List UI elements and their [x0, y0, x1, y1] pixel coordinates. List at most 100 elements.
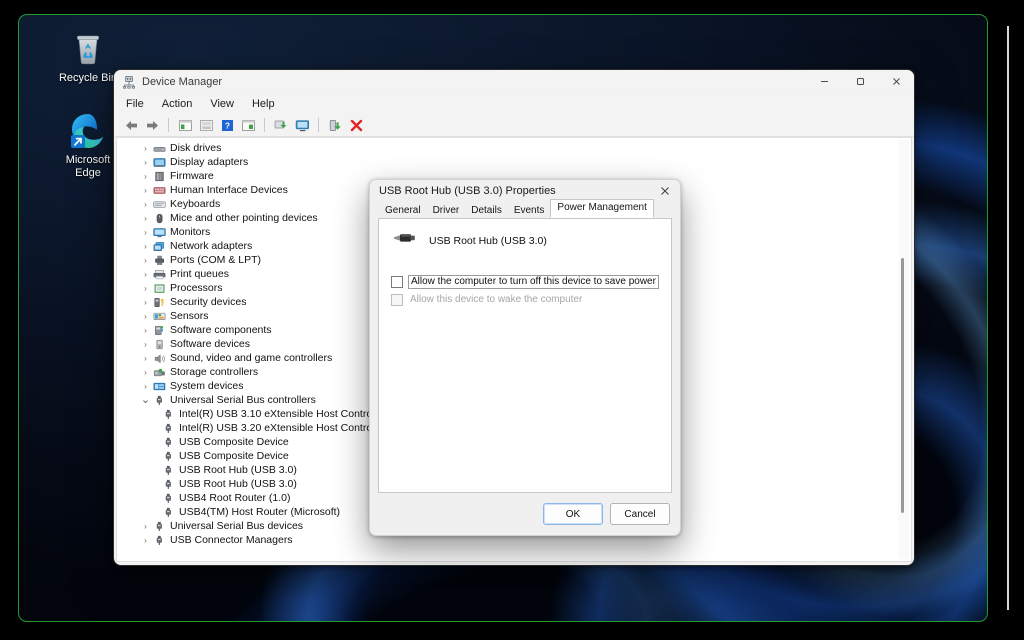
update-driver-icon[interactable]: [197, 116, 215, 134]
hid-icon: [152, 184, 167, 197]
menu-item-file[interactable]: File: [124, 97, 146, 111]
device-tree-label: Firmware: [170, 170, 214, 182]
usb-icon: [161, 408, 176, 421]
chevron-right-icon[interactable]: ›: [139, 340, 152, 349]
chevron-right-icon[interactable]: ›: [139, 228, 152, 237]
usb-icon: [161, 450, 176, 463]
device-tree-category-row[interactable]: › Disk drives: [117, 141, 911, 155]
properties-tabstrip[interactable]: General Driver Details Events Power Mana…: [370, 202, 680, 218]
system-device-icon: [152, 380, 167, 393]
mouse-icon: [152, 212, 167, 225]
device-tree-label: USB Root Hub (USB 3.0): [179, 464, 297, 476]
usb-icon: [161, 492, 176, 505]
forward-arrow-icon[interactable]: [143, 116, 161, 134]
device-tree-label: Mice and other pointing devices: [170, 212, 318, 224]
device-tree-label: Human Interface Devices: [170, 184, 288, 196]
checkbox-allow-turn-off-label[interactable]: Allow the computer to turn off this devi…: [408, 275, 659, 289]
close-button[interactable]: [878, 70, 914, 93]
cancel-button[interactable]: Cancel: [610, 503, 670, 525]
tab-general[interactable]: General: [379, 203, 427, 219]
usb-icon: [152, 394, 167, 407]
chevron-right-icon[interactable]: ›: [139, 368, 152, 377]
device-manager-title: Device Manager: [142, 76, 222, 88]
device-tree-label: Ports (COM & LPT): [170, 254, 261, 266]
toolbar-separator: [264, 118, 265, 132]
back-arrow-icon[interactable]: [122, 116, 140, 134]
processor-icon: [152, 282, 167, 295]
minimize-button[interactable]: [806, 70, 842, 93]
maximize-button[interactable]: [842, 70, 878, 93]
chevron-right-icon[interactable]: ›: [139, 312, 152, 321]
menu-item-action[interactable]: Action: [160, 97, 195, 111]
show-hidden-devices-icon[interactable]: [239, 116, 257, 134]
device-tree-label: Intel(R) USB 3.20 eXtensible Host Contro…: [179, 422, 386, 434]
chevron-right-icon[interactable]: ›: [139, 284, 152, 293]
checkbox-row-allow-turn-off[interactable]: Allow the computer to turn off this devi…: [379, 275, 671, 289]
desktop[interactable]: Recycle Bin: [18, 14, 988, 622]
chevron-right-icon[interactable]: ›: [139, 382, 152, 391]
display-adapter-icon: [152, 156, 167, 169]
device-tree-label: USB Composite Device: [179, 436, 289, 448]
menu-item-view[interactable]: View: [208, 97, 236, 111]
chevron-right-icon[interactable]: ›: [139, 242, 152, 251]
ok-button[interactable]: OK: [543, 503, 603, 525]
checkbox-row-allow-wake: Allow this device to wake the computer: [379, 294, 671, 306]
device-tree-label: Sensors: [170, 310, 209, 322]
chevron-right-icon[interactable]: ›: [139, 200, 152, 209]
tab-events[interactable]: Events: [508, 203, 551, 219]
sound-controller-icon: [152, 352, 167, 365]
checkbox-allow-wake-label: Allow this device to wake the computer: [408, 294, 584, 306]
device-tree-label: Disk drives: [170, 142, 221, 154]
chevron-right-icon[interactable]: ›: [139, 298, 152, 307]
uninstall-device-icon[interactable]: [347, 116, 365, 134]
chevron-right-icon[interactable]: ›: [139, 256, 152, 265]
properties-dialog-title: USB Root Hub (USB 3.0) Properties: [379, 185, 556, 197]
help-icon[interactable]: ?: [218, 116, 236, 134]
chevron-down-icon[interactable]: ⌄: [139, 397, 152, 403]
device-tree-label: Print queues: [170, 268, 229, 280]
properties-dialog[interactable]: USB Root Hub (USB 3.0) Properties Genera…: [369, 179, 681, 536]
tab-details[interactable]: Details: [465, 203, 508, 219]
chevron-right-icon[interactable]: ›: [139, 144, 152, 153]
display-devices-icon[interactable]: [293, 116, 311, 134]
device-tree-category-row[interactable]: › Display adapters: [117, 155, 911, 169]
tree-scrollbar-thumb[interactable]: [901, 258, 904, 513]
tab-driver[interactable]: Driver: [427, 203, 466, 219]
device-manager-app-icon: [122, 75, 136, 89]
chevron-right-icon[interactable]: ›: [139, 326, 152, 335]
chevron-right-icon[interactable]: ›: [139, 536, 152, 545]
storage-controller-icon: [152, 366, 167, 379]
device-tree-label: USB Root Hub (USB 3.0): [179, 478, 297, 490]
device-manager-titlebar[interactable]: Device Manager: [114, 70, 914, 94]
dialog-buttons: OK Cancel: [543, 503, 670, 525]
device-tree-label: USB Composite Device: [179, 450, 289, 462]
checkbox-allow-turn-off[interactable]: [391, 276, 403, 288]
device-tree-label: Universal Serial Bus controllers: [170, 394, 316, 406]
printer-icon: [152, 268, 167, 281]
tree-scrollbar-track[interactable]: [898, 140, 909, 559]
chevron-right-icon[interactable]: ›: [139, 186, 152, 195]
chevron-right-icon[interactable]: ›: [139, 172, 152, 181]
device-manager-menubar: File Action View Help: [114, 94, 914, 114]
chevron-right-icon[interactable]: ›: [139, 270, 152, 279]
enable-device-icon[interactable]: [326, 116, 344, 134]
tab-power-management[interactable]: Power Management: [550, 199, 654, 218]
usb-icon: [152, 520, 167, 533]
device-tree-label: Software components: [170, 324, 272, 336]
chevron-right-icon[interactable]: ›: [139, 158, 152, 167]
chevron-right-icon[interactable]: ›: [139, 354, 152, 363]
usb-icon: [152, 534, 167, 547]
close-icon[interactable]: [650, 180, 680, 202]
menu-item-help[interactable]: Help: [250, 97, 277, 111]
device-tree-label: Display adapters: [170, 156, 248, 168]
chevron-right-icon[interactable]: ›: [139, 214, 152, 223]
chevron-right-icon[interactable]: ›: [139, 522, 152, 531]
software-component-icon: [152, 324, 167, 337]
disk-drive-icon: [152, 142, 167, 155]
properties-icon[interactable]: [176, 116, 194, 134]
port-icon: [152, 254, 167, 267]
device-tree-label: Keyboards: [170, 198, 220, 210]
scan-hardware-icon[interactable]: [272, 116, 290, 134]
toolbar-separator: [168, 118, 169, 132]
page-scrollbar[interactable]: [1007, 26, 1009, 610]
